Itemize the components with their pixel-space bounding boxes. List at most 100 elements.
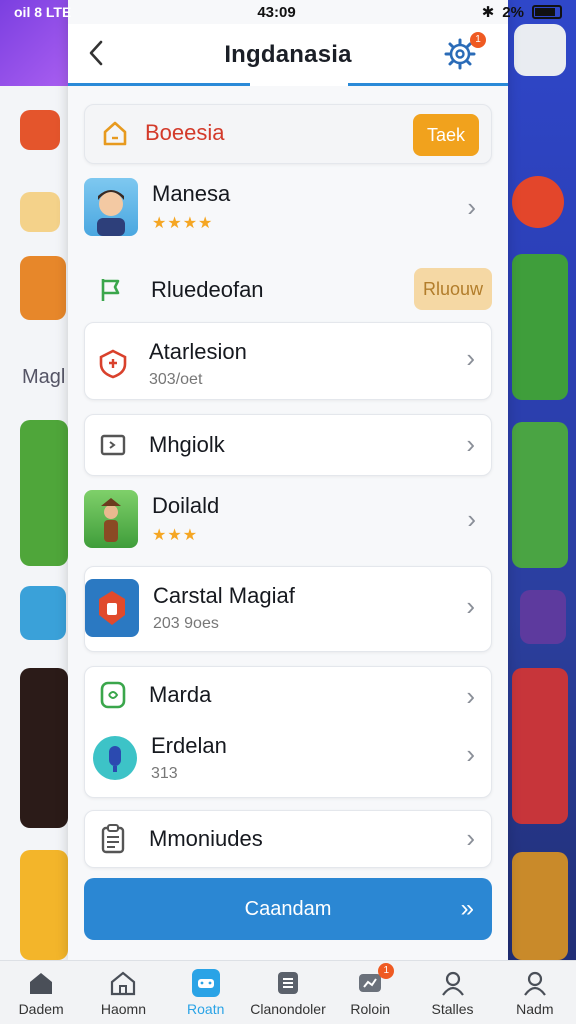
home-icon — [99, 117, 131, 149]
bg-section-label: Magl — [22, 366, 66, 388]
bottom-navigation: Dadem Haomn Roatn Clanondoler 1 Roloin S… — [0, 960, 576, 1024]
home-icon — [111, 971, 136, 995]
controller-icon — [191, 968, 220, 997]
take-button[interactable]: Taek — [413, 114, 479, 156]
nav-label: Haomn — [100, 1000, 146, 1017]
bg-game-tile[interactable] — [512, 422, 568, 568]
item-title: Carstal Magiaf — [153, 583, 295, 608]
nav-tab-roloin[interactable]: 1 Roloin — [329, 961, 411, 1024]
signal-indicator: oil 8 LTE — [14, 4, 72, 20]
list-group-card: Marda › Erdelan 313 › — [84, 666, 492, 798]
chevron-right-icon: › — [466, 343, 475, 373]
back-button[interactable] — [84, 38, 112, 70]
primary-cta-button[interactable]: Caandam » — [84, 878, 492, 940]
list-icon — [277, 971, 298, 994]
list-item-manesa[interactable]: Manesa ★★★★ › — [84, 176, 492, 238]
bg-game-tile[interactable] — [512, 852, 568, 960]
house-filled-icon — [30, 972, 53, 994]
nav-label: Roloin — [350, 1000, 391, 1017]
chevron-right-icon: › — [467, 191, 476, 222]
rating-stars: ★★★ — [152, 527, 199, 544]
battery-percent: 2% — [502, 3, 524, 21]
settings-button[interactable]: 1 — [442, 32, 486, 72]
rating-stars: ★★★★ — [152, 215, 214, 232]
person-icon — [441, 971, 464, 996]
item-title: Doilald — [152, 493, 220, 518]
list-item-boeesia[interactable]: Boeesia Taek — [84, 104, 492, 164]
notification-badge: 1 — [378, 963, 395, 979]
item-title: Mhgiolk — [149, 432, 225, 457]
nav-label: Nadm — [516, 1000, 554, 1017]
bluetooth-icon: ✱ — [481, 4, 495, 21]
list-item-atarlesion[interactable]: Atarlesion 303/oet › — [84, 322, 492, 400]
item-title: Manesa — [152, 181, 231, 206]
top-bar: Ingdanasia 1 — [68, 24, 508, 86]
item-title: Marda — [149, 682, 212, 707]
item-subtitle: 313 — [151, 765, 178, 782]
bg-game-tile[interactable] — [512, 254, 568, 400]
background-left-panel — [0, 0, 68, 1024]
chevron-right-icon: › — [467, 503, 476, 534]
battery-icon — [531, 5, 562, 19]
menu-sheet: Ingdanasia 1 Boeesia Taek Manesa ★★★★ › … — [68, 0, 508, 960]
chevron-right-icon: › — [466, 823, 475, 853]
person-icon — [523, 971, 546, 996]
list-item-marda[interactable]: Marda — [97, 679, 477, 711]
list-item-erdelan[interactable]: Erdelan 313 — [93, 733, 473, 783]
flag-icon — [95, 274, 127, 306]
nav-tab-nadm[interactable]: Nadm — [494, 961, 576, 1024]
nav-label: Clanondoler — [250, 1000, 326, 1017]
clipboard-icon — [97, 823, 129, 855]
list-item-rluedeofan[interactable]: Rluedeofan Rluouw — [84, 264, 492, 316]
chevron-left-icon — [89, 40, 103, 66]
bg-lock-button[interactable] — [514, 24, 566, 76]
bg-game-tile[interactable] — [20, 586, 66, 640]
item-title: Erdelan — [151, 733, 227, 758]
item-title: Mmoniudes — [149, 826, 263, 851]
cart-icon — [97, 679, 129, 711]
nav-label: Stalles — [431, 1000, 474, 1017]
status-bar: oil 8 LTE 43:09 ✱ 2% — [0, 0, 576, 24]
badge-app-icon — [85, 579, 139, 637]
chevron-right-icon: › — [466, 739, 475, 769]
tab-indicator — [68, 83, 250, 86]
bg-game-tile[interactable] — [20, 110, 60, 150]
bg-next-arrow[interactable] — [512, 176, 564, 228]
nav-tab-dadem[interactable]: Dadem — [0, 961, 82, 1024]
list-item-carstal-magiaf[interactable]: Carstal Magiaf 203 9oes › — [84, 566, 492, 652]
nav-tab-home[interactable]: Haomn — [82, 961, 164, 1024]
item-title: Rluedeofan — [151, 277, 264, 302]
bg-game-tile[interactable] — [520, 590, 566, 644]
nav-tab-profile[interactable]: Stalles — [411, 961, 493, 1024]
bg-game-tile[interactable] — [512, 668, 568, 824]
bg-game-tile[interactable] — [20, 668, 68, 828]
item-title: Atarlesion — [149, 339, 247, 364]
action-button[interactable]: Rluouw — [414, 268, 492, 310]
page-title: Ingdanasia — [224, 41, 352, 68]
chevron-right-icon: › — [466, 429, 475, 459]
cta-label: Caandam — [244, 897, 332, 920]
chevron-right-icon: › — [466, 591, 475, 621]
double-chevron-icon: » — [460, 895, 474, 922]
bg-game-tile[interactable] — [20, 420, 68, 566]
nav-tab-room[interactable]: Roatn — [165, 961, 247, 1024]
game-app-icon — [84, 490, 138, 548]
bg-game-tile[interactable] — [20, 256, 66, 320]
list-item-mmoniudes[interactable]: Mmoniudes › — [84, 810, 492, 868]
nav-label: Dadem — [18, 1000, 64, 1017]
box-icon — [97, 429, 129, 461]
item-subtitle: 303/oet — [149, 371, 203, 388]
status-right: ✱ 2% — [482, 3, 562, 21]
list-item-mhgiolk[interactable]: Mhgiolk › — [84, 414, 492, 476]
bg-game-tile[interactable] — [20, 850, 68, 960]
mic-app-icon — [93, 736, 137, 780]
notification-badge: 1 — [470, 32, 486, 48]
background-right-panel — [508, 0, 576, 1024]
list-item-doilald[interactable]: Doilald ★★★ › — [84, 488, 492, 550]
nav-label: Roatn — [187, 1000, 225, 1017]
nav-tab-calendar[interactable]: Clanondoler — [247, 961, 329, 1024]
bg-game-tile[interactable] — [20, 192, 60, 232]
status-time: 43:09 — [257, 3, 296, 21]
item-subtitle: 203 9oes — [153, 615, 219, 632]
avatar-app-icon — [84, 178, 138, 236]
